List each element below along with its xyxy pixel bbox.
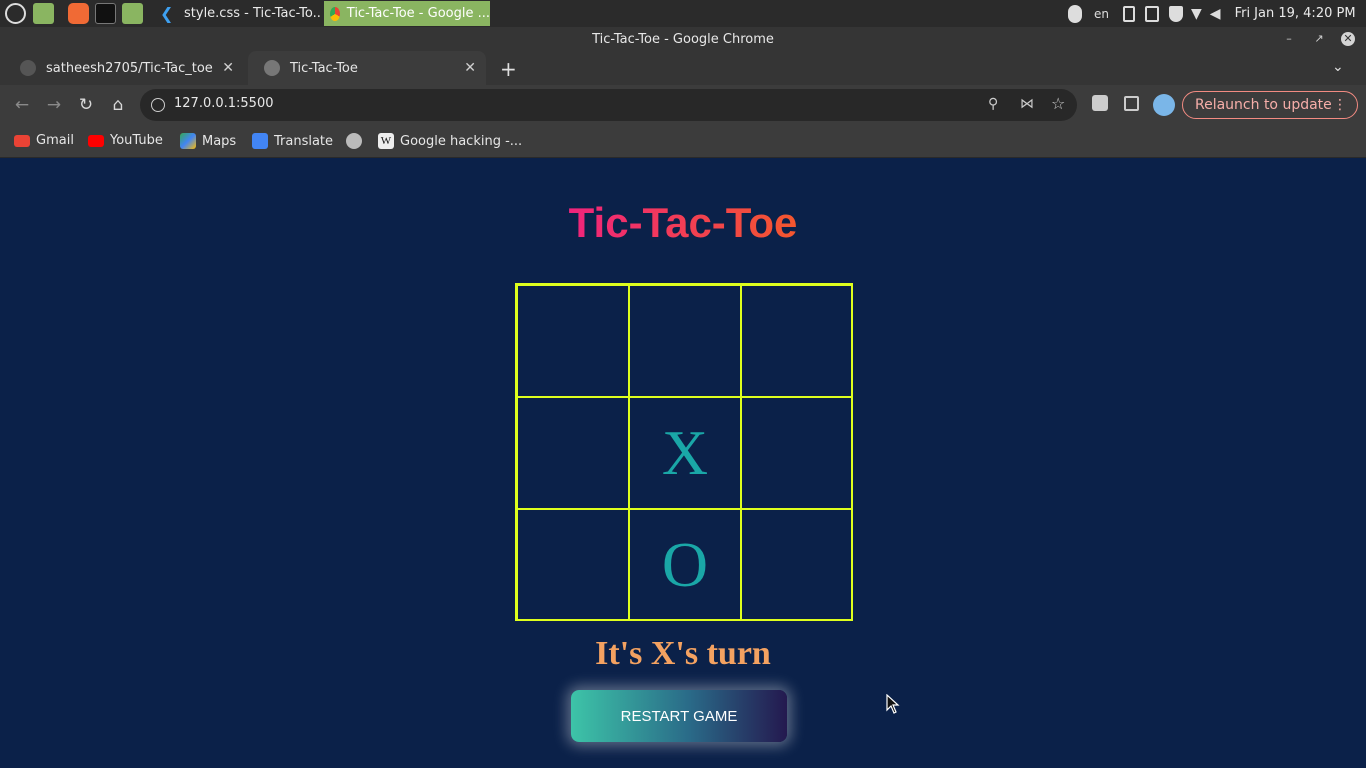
tab-github[interactable]: satheesh2705/Tic-Tac_toe ✕: [4, 51, 244, 85]
tab-strip: satheesh2705/Tic-Tac_toe ✕ Tic-Tac-Toe ✕…: [0, 51, 1366, 85]
bookmark-star-icon[interactable]: ☆: [1051, 94, 1065, 113]
bookmark-globe[interactable]: [346, 133, 368, 149]
side-panel-icon[interactable]: [1124, 96, 1139, 111]
forward-button[interactable]: →: [44, 95, 64, 115]
show-desktop-icon[interactable]: [33, 3, 54, 24]
relaunch-update-button[interactable]: Relaunch to update ⋮: [1182, 91, 1358, 119]
board-cell-1[interactable]: [629, 285, 741, 397]
bookmark-maps[interactable]: Maps: [180, 133, 236, 149]
os-taskbar: ❮ style.css - Tic-Tac-To... Tic-Tac-Toe …: [0, 0, 1366, 27]
close-tab-icon[interactable]: ✕: [464, 60, 476, 76]
reload-button[interactable]: ↻: [76, 95, 96, 115]
translate-icon: [252, 133, 268, 149]
board-cell-7[interactable]: O: [629, 509, 741, 621]
close-tab-icon[interactable]: ✕: [222, 60, 234, 76]
system-tray: en ▼ ◀ Fri Jan 19, 4:20 PM: [1056, 0, 1356, 27]
maximize-button[interactable]: ↗: [1312, 32, 1326, 46]
bookmark-gmail[interactable]: Gmail: [14, 133, 74, 148]
site-info-icon[interactable]: [151, 98, 165, 112]
zoom-icon[interactable]: ⚲: [988, 96, 998, 112]
board-cell-2[interactable]: [741, 285, 853, 397]
window-title: Tic-Tac-Toe - Google Chrome: [592, 32, 774, 47]
address-bar[interactable]: 127.0.0.1:5500 ⚲ ⋈ ☆: [140, 89, 1077, 121]
restart-game-button[interactable]: RESTART GAME: [571, 690, 787, 742]
bluetooth-icon[interactable]: [1068, 4, 1082, 23]
minimize-button[interactable]: –: [1282, 32, 1296, 46]
tab-tic-tac-toe[interactable]: Tic-Tac-Toe ✕: [248, 51, 486, 85]
shield-icon[interactable]: [1169, 5, 1183, 22]
menu-kebab-icon[interactable]: ⋮: [1333, 92, 1347, 118]
browser-toolbar: ← → ↻ ⌂ 127.0.0.1:5500 ⚲ ⋈ ☆ Relaunch to…: [0, 85, 1366, 125]
profile-avatar[interactable]: [1153, 94, 1175, 116]
page-content: Tic-Tac-Toe X O It's X's turn RESTART GA…: [0, 159, 1366, 768]
bookmark-google-hacking[interactable]: W Google hacking -...: [378, 133, 522, 149]
maps-icon: [180, 133, 196, 149]
game-title: Tic-Tac-Toe: [568, 199, 798, 246]
chrome-icon: [330, 6, 340, 21]
window-titlebar: Tic-Tac-Toe - Google Chrome – ↗ ✕: [0, 27, 1366, 51]
new-tab-button[interactable]: +: [500, 57, 517, 81]
clock[interactable]: Fri Jan 19, 4:20 PM: [1235, 6, 1356, 21]
gmail-icon: [14, 134, 30, 147]
share-icon[interactable]: ⋈: [1020, 96, 1034, 112]
youtube-icon: [88, 134, 104, 147]
extensions-icon[interactable]: [1092, 95, 1108, 111]
game-board: X O: [515, 283, 853, 621]
wifi-icon[interactable]: ▼: [1191, 6, 1202, 22]
tab-search-icon[interactable]: ⌄: [1332, 59, 1344, 75]
taskbar-task-chrome[interactable]: Tic-Tac-Toe - Google ...: [324, 1, 490, 26]
update-icon[interactable]: [1145, 5, 1159, 22]
mouse-cursor-icon: [886, 694, 900, 714]
bookmark-translate[interactable]: Translate: [252, 133, 333, 149]
files-icon[interactable]: [122, 3, 143, 24]
board-cell-5[interactable]: [741, 397, 853, 509]
globe-icon: [346, 133, 362, 149]
firefox-icon[interactable]: [68, 3, 89, 24]
board-cell-3[interactable]: [517, 397, 629, 509]
volume-icon[interactable]: ◀: [1210, 6, 1221, 22]
taskbar-task-vscode[interactable]: style.css - Tic-Tac-To...: [178, 1, 320, 26]
board-cell-6[interactable]: [517, 509, 629, 621]
board-cell-4[interactable]: X: [629, 397, 741, 509]
turn-status: It's X's turn: [595, 635, 771, 672]
bookmark-youtube[interactable]: YouTube: [88, 133, 163, 148]
wikipedia-icon: W: [378, 133, 394, 149]
mint-menu-icon[interactable]: [5, 3, 26, 24]
close-window-button[interactable]: ✕: [1341, 32, 1355, 46]
keyboard-layout[interactable]: en: [1094, 7, 1109, 21]
terminal-icon[interactable]: [95, 3, 116, 24]
home-button[interactable]: ⌂: [108, 95, 128, 115]
globe-icon: [264, 60, 280, 76]
github-icon: [20, 60, 36, 76]
back-button[interactable]: ←: [12, 95, 32, 115]
board-cell-8[interactable]: [741, 509, 853, 621]
clipboard-icon[interactable]: [1123, 5, 1135, 22]
board-cell-0[interactable]: [517, 285, 629, 397]
bookmarks-bar: Gmail YouTube Maps Translate W Google hac…: [0, 125, 1366, 158]
url-text[interactable]: 127.0.0.1:5500: [174, 96, 274, 111]
